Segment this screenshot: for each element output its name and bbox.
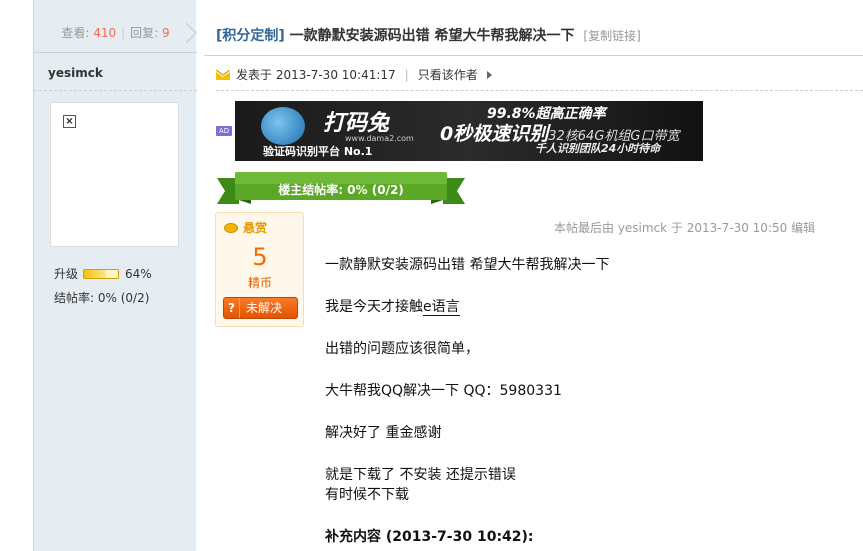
post-line: 一款静默安装源码出错 希望大牛帮我解决一下 [325,257,610,273]
post-text: 我是今天才接触 [325,299,423,315]
post-line: 我是今天才接触e语言 [325,297,460,317]
broken-image-icon: × [63,115,76,128]
ad-line2-main: 0秒极速识别 [440,123,549,145]
posted-time: 2013-7-30 10:41:17 [275,67,396,82]
thread-stats: 查看: 410 | 回复: 9 [34,14,197,52]
ad-brand: 打码兔 [323,111,390,136]
stats-separator: | [121,26,126,40]
e-language-link[interactable]: e语言 [423,299,460,316]
post-meta: 发表于 2013-7-30 10:41:17 | 只看该作者 [216,66,492,83]
author-username[interactable]: yesimck [48,66,103,80]
replies-count: 9 [162,26,170,40]
meta-separator: | [404,67,409,82]
replies-label: 回复: [130,26,159,40]
ad-line3: 千人识别团队24小时待命 [535,142,661,155]
supplement-heading: 补充内容 (2013-7-30 10:42): [325,529,534,545]
title-divider [204,55,863,56]
post-line: 解决好了 重金感谢 [325,425,442,441]
play-icon[interactable] [486,70,492,79]
avatar[interactable]: × [50,102,179,247]
user-divider [34,90,197,91]
reward-header: 悬赏 [224,219,267,236]
stats-divider [34,52,197,53]
close-rate: 结帖率: 0% (0/2) [54,291,150,305]
post-line: 出错的问题应该很简单， [325,341,479,357]
reward-amount: 5 [252,243,268,271]
posted-prefix: 发表于 [236,68,273,82]
reward-title: 悬赏 [243,221,268,235]
online-status-icon [216,69,230,80]
copy-link-button[interactable]: [复制链接] [583,29,640,43]
ad-url: www.dama2.com [345,134,414,143]
thread-category-link[interactable]: [积分定制] [216,28,285,44]
views-label: 查看: [61,26,90,40]
unsolved-status-button[interactable]: ? 未解决 [223,297,298,319]
level-bar [83,268,120,279]
reward-unit: 精币 [247,276,272,290]
ad-badge: AD [216,126,232,136]
edit-note: 本帖最后由 yesimck 于 2013-7-30 10:50 编辑 [554,221,816,235]
post-line: 就是下载了 不安装 还提示错误 [325,467,516,483]
views-count: 410 [93,26,117,40]
meta-divider [216,90,863,91]
ribbon-text: 楼主结帖率: 0% (0/2) [278,183,404,197]
coin-icon [224,222,238,233]
rabbit-logo-icon [261,107,305,145]
close-rate-ribbon: 楼主结帖率: 0% (0/2) [217,170,465,206]
post-line: 大牛帮我QQ解决一下 QQ：5980331 [325,383,562,399]
level-progress: 升级 64% [54,265,152,282]
post-line: 有时候不下载 [325,487,409,503]
thread-title: 一款静默安装源码出错 希望大牛帮我解决一下 [289,28,575,44]
level-label: 升级 [54,267,79,281]
ad-banner[interactable]: 打码兔 www.dama2.com 验证码识别平台 No.1 99.8%超高正确… [235,101,703,161]
only-author-link[interactable]: 只看该作者 [418,66,478,83]
thread-title-row: [积分定制] 一款静默安装源码出错 希望大牛帮我解决一下 [复制链接] [216,25,641,45]
author-sidebar: 查看: 410 | 回复: 9 yesimck × 升级 64% 结帖率: 0% (… [33,0,197,551]
unsolved-label: 未解决 [246,301,283,315]
question-icon: ? [224,298,240,318]
level-percent: 64% [125,266,152,281]
reward-box: 悬赏 5 精币 ? 未解决 [215,212,304,327]
pointer-arrow [185,23,195,43]
ad-subtitle: 验证码识别平台 No.1 [263,145,373,158]
